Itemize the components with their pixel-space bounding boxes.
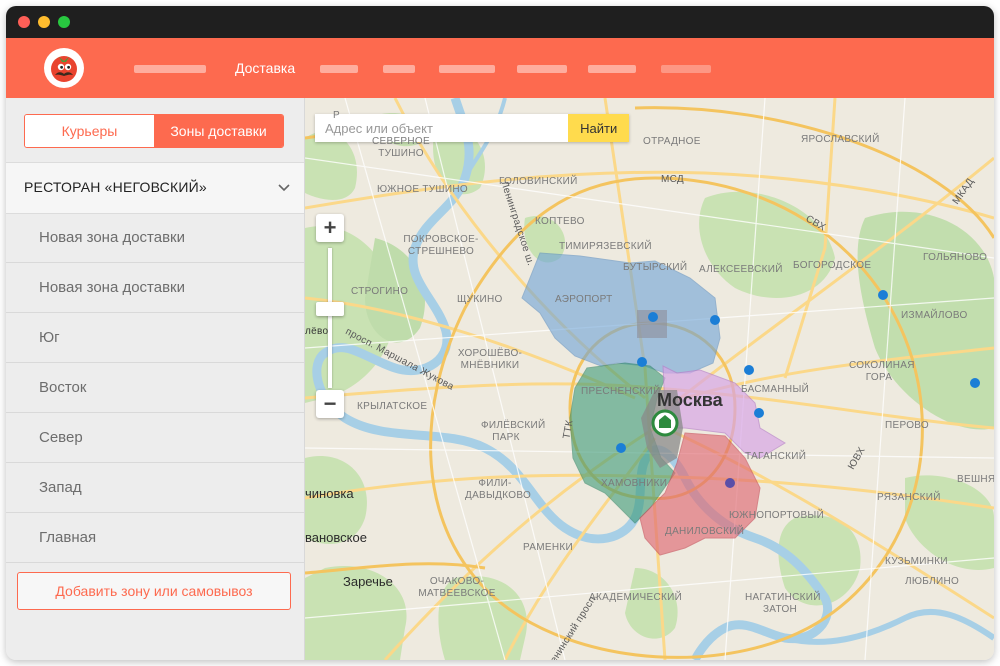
- map-label: РАМЕНКИ: [523, 542, 574, 553]
- map-label: ФИЛИ-ДАВЫДКОВО: [465, 478, 532, 501]
- zone-list: Новая зона доставки Новая зона доставки …: [6, 213, 304, 563]
- tab-delivery-zones[interactable]: Зоны доставки: [154, 115, 283, 147]
- app-window: Доставка Курьеры Зоны доставки РЕСТОРАН …: [6, 6, 994, 660]
- nav-item-placeholder[interactable]: [517, 65, 567, 73]
- tomato-mustache-logo-icon: [51, 56, 77, 82]
- nav-item-placeholder[interactable]: [383, 65, 415, 73]
- nav-item-placeholder[interactable]: [320, 65, 358, 73]
- map-label: ЮЖНОЕ ТУШИНО: [377, 184, 468, 195]
- map-label: АЛЕКСЕЕВСКИЙ: [699, 264, 783, 275]
- minimize-window-button[interactable]: [38, 16, 50, 28]
- map-city-label: Москва: [657, 390, 723, 410]
- zone-item-south[interactable]: Юг: [6, 313, 304, 363]
- map-label: ИЗМАЙЛОВО: [901, 310, 968, 321]
- zoom-out-button[interactable]: −: [316, 390, 344, 418]
- map-label: ХОРОШЁВО-МНЁВНИКИ: [457, 348, 523, 371]
- map-label: ТАГАНСКИЙ: [745, 451, 807, 462]
- map-label: АЭРОПОРТ: [555, 294, 613, 305]
- map-label: БАСМАННЫЙ: [741, 384, 810, 395]
- map[interactable]: Найти + − Р СЕВЕРНОЕ ТУШИНО ЮЖНОЕ ТУШИНО…: [305, 98, 994, 660]
- map-search: Найти: [315, 114, 629, 142]
- nav-item-delivery[interactable]: Доставка: [235, 60, 295, 76]
- map-label: ЮЖНОПОРТОВЫЙ: [729, 510, 825, 521]
- address-search-input[interactable]: [315, 114, 569, 142]
- zone-item[interactable]: Новая зона доставки: [6, 263, 304, 313]
- map-label: ПОКРОВСКОЕ-СТРЕШНЕВО: [403, 234, 479, 257]
- zoom-in-button[interactable]: +: [316, 214, 344, 242]
- map-label: ГОЛЬЯНОВО: [923, 252, 988, 263]
- map-label: СОКОЛИНАЯ ГОРА: [849, 360, 915, 383]
- maximize-window-button[interactable]: [58, 16, 70, 28]
- map-label: СЕВЕРНОЕ ТУШИНО: [372, 136, 430, 159]
- map-label: КУЗЬМИНКИ: [885, 556, 948, 567]
- zone-item-west[interactable]: Запад: [6, 463, 304, 513]
- restaurant-selector[interactable]: РЕСТОРАН «НЕГОВСКИЙ»: [6, 162, 304, 214]
- map-label: КОПТЕВО: [535, 216, 585, 227]
- map-label: ЯРОСЛАВСКИЙ: [801, 134, 880, 145]
- find-button[interactable]: Найти: [568, 114, 629, 142]
- map-label: ПРЕСНЕНСКИЙ: [581, 386, 661, 397]
- zoom-track[interactable]: [328, 248, 332, 388]
- logo[interactable]: [44, 48, 84, 88]
- map-label: АКАДЕМИЧЕСКИЙ: [589, 592, 683, 603]
- restaurant-name: РЕСТОРАН «НЕГОВСКИЙ»: [24, 179, 207, 195]
- map-label: КРЫЛАТСКОЕ: [357, 401, 428, 412]
- map-label: НАГАТИНСКИЙ ЗАТОН: [745, 592, 821, 615]
- map-label: СТРОГИНО: [351, 286, 409, 297]
- zone-item-north[interactable]: Север: [6, 413, 304, 463]
- nav-item-placeholder[interactable]: [439, 65, 495, 73]
- map-label: Заречье: [343, 574, 393, 589]
- close-window-button[interactable]: [18, 16, 30, 28]
- map-label: чиновка: [305, 486, 354, 501]
- zone-item-east[interactable]: Восток: [6, 363, 304, 413]
- map-label: ПЕРОВО: [885, 420, 930, 431]
- map-road-label: МСД: [661, 174, 685, 185]
- map-label: ТИМИРЯЗЕВСКИЙ: [559, 241, 652, 252]
- chevron-down-icon: [278, 184, 290, 192]
- zone-item[interactable]: Новая зона доставки: [6, 213, 304, 263]
- app-header: Доставка: [6, 38, 994, 98]
- map-label: лёво: [305, 326, 329, 337]
- map-label: РЯЗАНСКИЙ: [877, 492, 941, 503]
- map-label: ОТРАДНОЕ: [643, 136, 701, 147]
- map-label: вановское: [305, 530, 367, 545]
- window-titlebar: [6, 6, 994, 38]
- zoom-slider-handle[interactable]: [316, 302, 344, 316]
- map-label: ФИЛЁВСКИЙ ПАРК: [481, 420, 546, 443]
- tab-couriers[interactable]: Курьеры: [25, 115, 154, 147]
- map-label: ВЕШНЯКИ: [957, 474, 994, 485]
- map-label: БОГОРОДСКОЕ: [793, 260, 872, 271]
- map-label: ЛЮБЛИНО: [905, 576, 960, 587]
- sidebar-tabs: Курьеры Зоны доставки: [24, 114, 284, 148]
- map-label: ХАМОВНИКИ: [601, 478, 668, 489]
- nav-item-placeholder[interactable]: [588, 65, 636, 73]
- map-label: БУТЫРСКИЙ: [623, 262, 688, 273]
- map-label: Р: [333, 110, 340, 121]
- nav-item-placeholder[interactable]: [661, 65, 711, 73]
- add-zone-button[interactable]: Добавить зону или самовывоз: [17, 572, 291, 610]
- map-label: ОЧАКОВО-МАТВЕЕВСКОЕ: [418, 576, 496, 599]
- sidebar: Курьеры Зоны доставки РЕСТОРАН «НЕГОВСКИ…: [6, 98, 305, 660]
- zone-item-main[interactable]: Главная: [6, 513, 304, 563]
- nav-item-placeholder[interactable]: [134, 65, 206, 73]
- map-label: ЩУКИНО: [457, 294, 503, 305]
- map-label: ДАНИЛОВСКИЙ: [665, 526, 745, 537]
